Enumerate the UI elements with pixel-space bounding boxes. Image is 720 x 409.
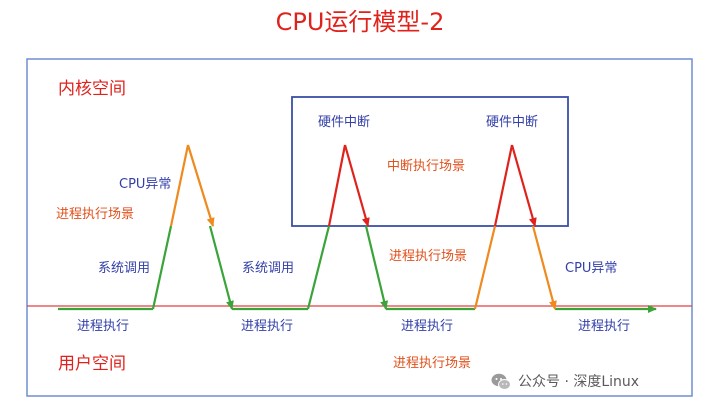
- wechat-icon: [491, 373, 511, 390]
- peak1-up-green: [151, 225, 173, 310]
- cpu-exception-label-right: CPU异常: [565, 261, 618, 276]
- diagram-canvas: [26, 58, 693, 397]
- peak3-down-orange: [531, 225, 557, 310]
- diagram-stage: CPU运行模型-2 内核空间 用户空间 CPU异常 进程执行场景 系统调用 系统…: [0, 0, 720, 409]
- peak2-up-green: [306, 225, 331, 310]
- kernel-space-label: 内核空间: [58, 79, 126, 99]
- syscall-label-2: 系统调用: [242, 261, 295, 276]
- interrupt-scene-label: 中断执行场景: [387, 159, 466, 174]
- syscall-label-1: 系统调用: [98, 261, 151, 276]
- kernel-user-frame: [26, 58, 693, 397]
- process-scene-label-left: 进程执行场景: [56, 207, 135, 222]
- peak2-down-green: [364, 225, 389, 310]
- watermark: 公众号 · 深度Linux: [490, 371, 639, 393]
- peak1-down-orange: [186, 144, 215, 227]
- hw-interrupt-label-1: 硬件中断: [318, 115, 371, 130]
- peak1-down-green: [208, 225, 234, 310]
- process-label-2: 进程执行: [241, 319, 294, 334]
- peak3-up-red: [493, 144, 514, 227]
- process-label-1: 进程执行: [77, 319, 130, 334]
- peak1-up-orange: [169, 144, 190, 227]
- process-scene-label-bottom: 进程执行场景: [393, 356, 472, 371]
- peak2-down-red: [343, 144, 370, 227]
- cpu-exception-label-left: CPU异常: [119, 177, 172, 192]
- peak3-down-red: [510, 144, 537, 227]
- process-scene-label-mid: 进程执行场景: [389, 249, 468, 264]
- watermark-text: 公众号 · 深度Linux: [518, 374, 640, 390]
- peak2-up-red: [327, 144, 347, 227]
- hw-interrupt-label-2: 硬件中断: [486, 115, 539, 130]
- diagram-title: CPU运行模型-2: [275, 8, 445, 36]
- peak3-up-orange: [473, 225, 497, 310]
- process-label-4: 进程执行: [578, 319, 631, 334]
- user-space-label: 用户空间: [58, 354, 126, 374]
- process-label-3: 进程执行: [401, 319, 454, 334]
